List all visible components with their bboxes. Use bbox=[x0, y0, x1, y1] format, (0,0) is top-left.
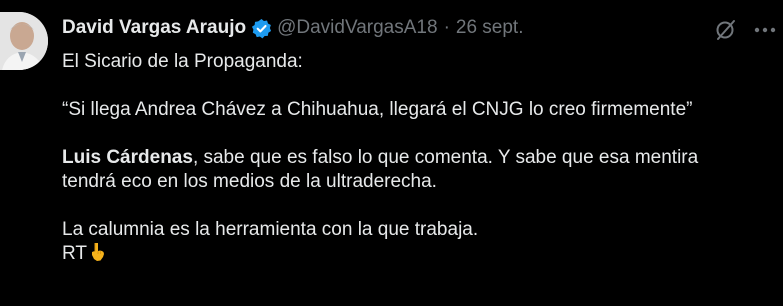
mentioned-name: Luis Cárdenas bbox=[62, 147, 193, 168]
tweet-line: Luis Cárdenas, sabe que es falso lo que … bbox=[62, 146, 778, 170]
tweet[interactable]: David Vargas Araujo @DavidVargasA18 · 26… bbox=[0, 0, 783, 306]
pointing-down-emoji-icon bbox=[88, 242, 108, 262]
grok-icon[interactable] bbox=[714, 18, 738, 42]
tweet-line: La calumnia es la herramienta con la que… bbox=[62, 219, 479, 240]
tweet-line-rest: , sabe que es falso lo que comenta. Y sa… bbox=[192, 147, 699, 168]
verified-badge-icon bbox=[251, 18, 272, 39]
tweet-header: David Vargas Araujo @DavidVargasA18 · 26… bbox=[62, 14, 524, 42]
separator-dot: · bbox=[443, 17, 450, 38]
avatar[interactable] bbox=[0, 12, 48, 70]
tweet-quote-line: “Si llega Andrea Chávez a Chihuahua, lle… bbox=[62, 99, 693, 120]
more-options-icon[interactable] bbox=[752, 18, 778, 42]
tweet-line: El Sicario de la Propaganda: bbox=[62, 51, 303, 72]
tweet-line: RT bbox=[62, 242, 778, 266]
author-name[interactable]: David Vargas Araujo bbox=[62, 17, 246, 39]
tweet-line: tendrá eco en los medios de la ultradere… bbox=[62, 171, 437, 192]
tweet-body: El Sicario de la Propaganda: “Si llega A… bbox=[62, 50, 778, 266]
rt-text: RT bbox=[62, 243, 87, 264]
author-handle[interactable]: @DavidVargasA18 bbox=[277, 17, 437, 39]
tweet-date[interactable]: 26 sept. bbox=[456, 17, 524, 39]
